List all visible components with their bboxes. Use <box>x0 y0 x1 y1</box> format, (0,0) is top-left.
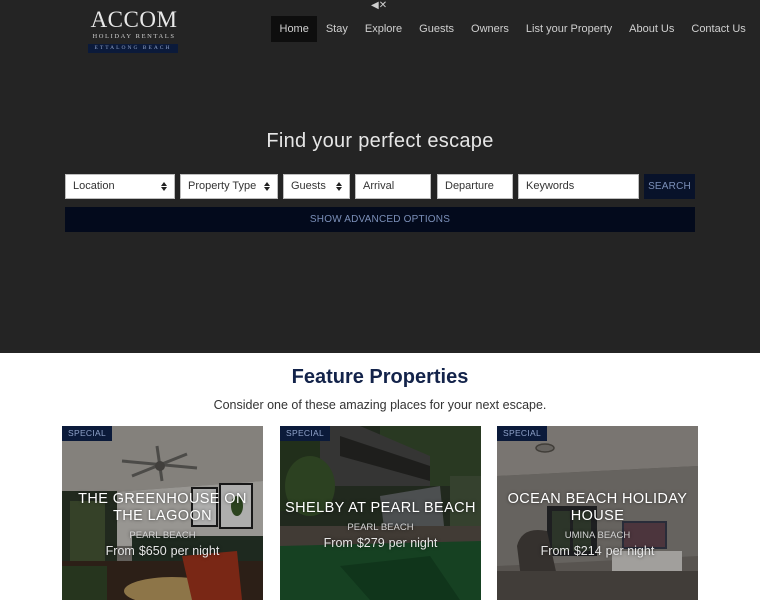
guests-select-value: Guests <box>291 180 326 192</box>
property-type-select-value: Property Type <box>188 180 257 192</box>
nav-guests[interactable]: Guests <box>411 16 463 42</box>
select-arrows-icon <box>161 182 167 192</box>
nav-owners[interactable]: Owners <box>463 16 518 42</box>
special-badge: SPECIAL <box>497 426 548 441</box>
special-badge: SPECIAL <box>62 426 113 441</box>
location-select-value: Location <box>73 180 115 192</box>
nav-stay[interactable]: Stay <box>317 16 356 42</box>
departure-input[interactable]: Departure <box>437 174 513 199</box>
hero-title: Find your perfect escape <box>266 130 494 152</box>
keywords-placeholder: Keywords <box>526 180 575 192</box>
price-value: $650 <box>138 544 167 558</box>
keywords-input[interactable]: Keywords <box>518 174 639 199</box>
arrival-input[interactable]: Arrival <box>355 174 431 199</box>
nav-contact-us[interactable]: Contact Us <box>683 16 754 42</box>
logo-location: ETTALONG BEACH <box>88 44 178 53</box>
main-nav: Home Stay Explore Guests Owners List you… <box>271 16 754 42</box>
property-price: From $650 per night <box>105 544 220 558</box>
nav-explore[interactable]: Explore <box>356 16 410 42</box>
select-arrows-icon <box>336 182 342 192</box>
location-select[interactable]: Location <box>65 174 175 199</box>
nav-home[interactable]: Home <box>271 16 318 42</box>
property-card[interactable]: SPECIAL THE GREENHOUSE ON THE LAGOON PEA… <box>62 426 263 600</box>
select-arrows-icon <box>264 182 270 192</box>
guests-select[interactable]: Guests <box>283 174 350 199</box>
property-location: UMINA BEACH <box>564 530 631 541</box>
property-location: PEARL BEACH <box>129 530 196 541</box>
nav-list-your-property[interactable]: List your Property <box>517 16 620 42</box>
price-value: $279 <box>356 536 385 550</box>
departure-placeholder: Departure <box>445 180 494 192</box>
featured-subtitle: Consider one of these amazing places for… <box>213 398 547 412</box>
property-name[interactable]: OCEAN BEACH HOLIDAY HOUSE <box>497 491 698 525</box>
property-name[interactable]: SHELBY AT PEARL BEACH <box>280 500 481 517</box>
logo-tagline: HOLIDAY RENTALS <box>92 33 176 40</box>
special-badge: SPECIAL <box>280 426 331 441</box>
property-price: From $214 per night <box>540 544 655 558</box>
show-advanced-options-button[interactable]: SHOW ADVANCED OPTIONS <box>65 207 695 232</box>
property-location: PEARL BEACH <box>347 522 414 533</box>
logo-wordmark: ACCOM <box>90 7 178 32</box>
logo[interactable]: ACCOM HOLIDAY RENTALS ETTALONG BEACH <box>88 7 180 53</box>
nav-about-us[interactable]: About Us <box>621 16 683 42</box>
property-card[interactable]: SPECIAL OCEAN BEACH HOLIDAY HOUSE UMINA … <box>497 426 698 600</box>
price-value: $214 <box>573 544 602 558</box>
arrival-placeholder: Arrival <box>363 180 395 192</box>
search-button[interactable]: SEARCH <box>644 174 695 199</box>
property-type-select[interactable]: Property Type <box>180 174 278 199</box>
property-name[interactable]: THE GREENHOUSE ON THE LAGOON <box>62 491 263 525</box>
featured-title: Feature Properties <box>291 366 469 388</box>
speaker-muted-icon[interactable]: ◀✕ <box>371 0 387 12</box>
hero-section: ACCOM HOLIDAY RENTALS ETTALONG BEACH ◀✕ … <box>0 0 760 353</box>
property-price: From $279 per night <box>323 536 438 550</box>
property-card[interactable]: SPECIAL SHELBY AT PEARL BEACH PEARL BEAC… <box>280 426 481 600</box>
